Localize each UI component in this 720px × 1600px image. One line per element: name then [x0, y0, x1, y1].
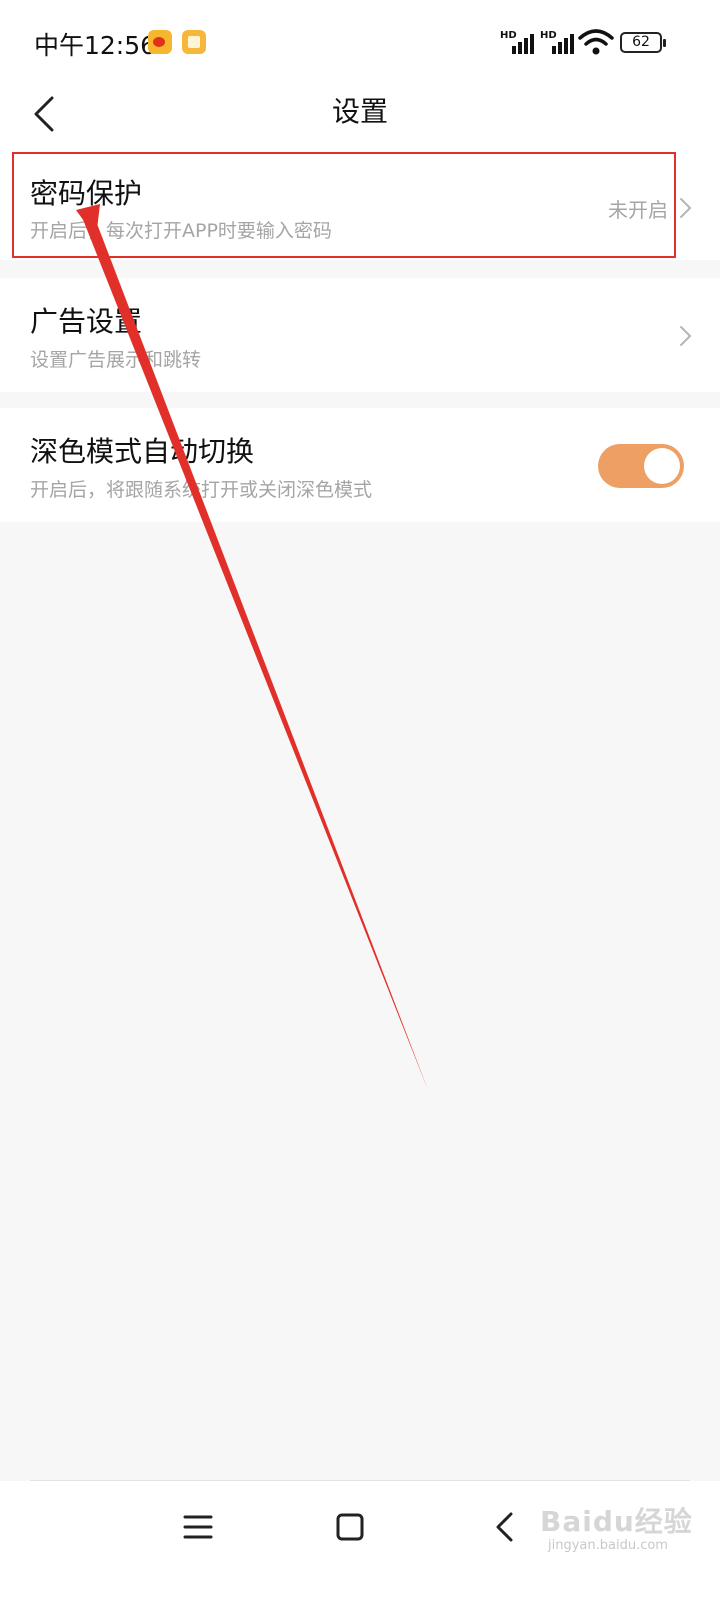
baidu-watermark: Baidu经验: [540, 1505, 693, 1538]
battery-icon: 62: [620, 32, 666, 53]
weibo-notification-icon: [148, 30, 172, 54]
watermark-url: jingyan.baidu.com: [548, 1538, 668, 1553]
setting-title: 广告设置: [30, 305, 143, 338]
status-bar: 中午12:56 HD HD 62: [0, 0, 720, 84]
home-square-icon[interactable]: [328, 1505, 372, 1549]
notes-notification-icon: [182, 30, 206, 54]
dark-mode-toggle[interactable]: [598, 444, 684, 488]
signal-strength-icon-2: HD: [540, 30, 576, 54]
annotation-highlight-box: [12, 152, 676, 258]
back-chevron-icon[interactable]: [484, 1505, 528, 1549]
page-title: 设置: [331, 95, 388, 128]
wifi-icon: [578, 29, 614, 55]
menu-icon[interactable]: [176, 1505, 220, 1549]
setting-ad-settings[interactable]: 广告设置 设置广告展示和跳转: [0, 278, 720, 392]
setting-title: 深色模式自动切换: [30, 435, 255, 468]
toggle-knob: [644, 448, 680, 484]
setting-subtitle: 设置广告展示和跳转: [30, 349, 202, 371]
setting-subtitle: 开启后，将跟随系统打开或关闭深色模式: [30, 479, 373, 501]
chevron-right-icon: [680, 326, 691, 346]
app-header: 设置: [0, 84, 720, 152]
status-time: 中午12:56: [34, 31, 157, 60]
signal-strength-icon: HD: [500, 30, 536, 54]
chevron-right-icon: [680, 198, 691, 218]
